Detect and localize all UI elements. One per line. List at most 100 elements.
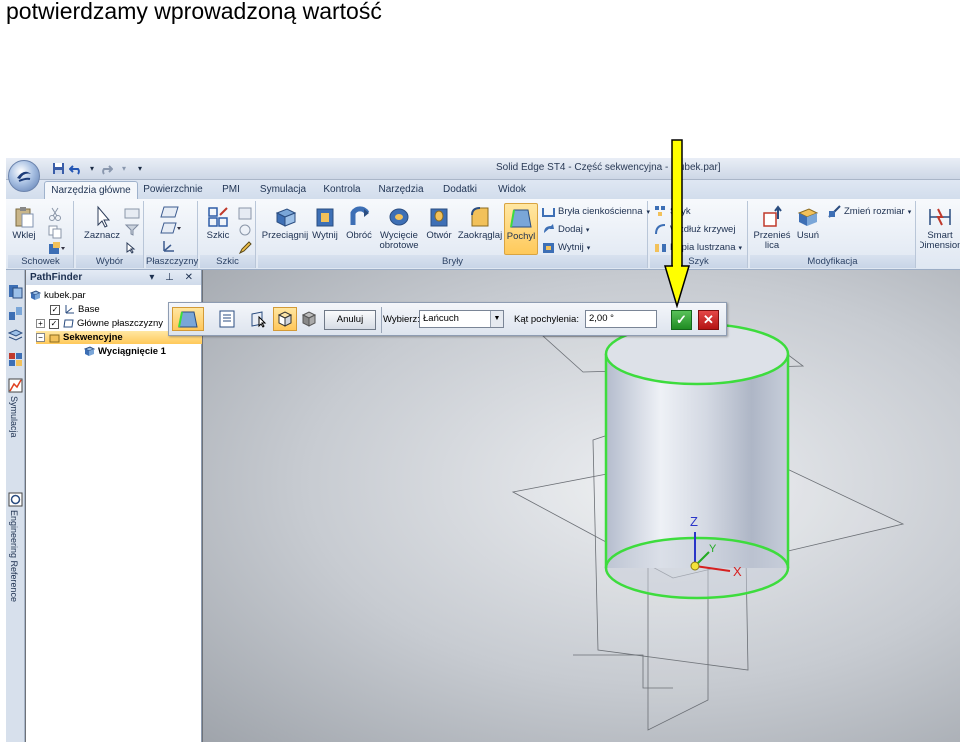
round-icon <box>471 207 489 227</box>
group-clipboard: Wklej Schowek <box>8 201 74 268</box>
tree-label-base: Base <box>78 304 100 315</box>
group-label-clipboard: Schowek <box>8 255 73 268</box>
resize-icon <box>828 205 841 218</box>
group-label-planes: Płaszczyzny <box>146 255 199 268</box>
select-face-step-icon[interactable] <box>247 307 271 331</box>
save-icon[interactable] <box>50 161 66 176</box>
pencil-icon[interactable] <box>238 241 252 254</box>
cancel-button[interactable]: Anuluj <box>324 310 376 330</box>
layers-icon[interactable] <box>8 328 23 343</box>
smart-dimension-button[interactable]: Smart Dimension <box>920 205 960 251</box>
sidebar-tab-engineering-reference[interactable]: Engineering Reference <box>9 510 19 602</box>
expand-icon[interactable]: + <box>36 319 45 328</box>
sketch-tools-icon[interactable] <box>238 207 252 220</box>
thin-wall-button[interactable]: Bryła cienkościenna ▾ <box>542 205 650 218</box>
extrude-feature-icon <box>84 346 95 356</box>
draft-face-step-icon[interactable] <box>273 307 297 331</box>
select-shape-icon[interactable] <box>124 241 140 254</box>
copy-icon[interactable] <box>48 225 62 239</box>
revolved-cut-button[interactable]: Wycięcie obrotowe <box>378 205 420 251</box>
tab-tools[interactable]: Narzędzia <box>376 181 426 199</box>
draft-angle-input[interactable]: 2,00 ° <box>585 310 657 328</box>
tab-surfaces[interactable]: Powierzchnie <box>141 181 205 199</box>
tab-inspect[interactable]: Kontrola <box>320 181 364 199</box>
tree-label-extrude: Wyciągnięcie 1 <box>98 346 166 357</box>
coordinate-system-icon[interactable] <box>160 239 180 253</box>
z-axis-label: Z <box>690 514 698 529</box>
y-axis-label: Y <box>709 543 717 555</box>
pathfinder-window-controls[interactable]: ▾ ⊥ ✕ <box>149 270 197 285</box>
redo-dropdown-icon[interactable]: ▾ <box>116 161 132 176</box>
paste-special-icon[interactable] <box>48 241 66 255</box>
undo-icon[interactable] <box>68 161 84 176</box>
add-button[interactable]: Dodaj ▾ <box>542 223 589 236</box>
sketch-redo-icon[interactable] <box>238 223 252 236</box>
round-button[interactable]: Zaokrąglaj <box>458 205 502 241</box>
3d-viewport[interactable]: Z X Y <box>203 270 960 742</box>
redo-icon[interactable] <box>98 161 114 176</box>
tab-home[interactable]: Narzędzia główne <box>44 181 138 199</box>
group-label-sketch: Szkic <box>200 255 255 268</box>
select-mode-dropdown[interactable]: Łańcuch ▼ <box>419 310 504 328</box>
select-button[interactable]: Zaznacz <box>82 205 122 241</box>
plane-options-icon[interactable] <box>160 221 182 235</box>
add-label: Dodaj <box>558 224 583 235</box>
customize-quick-access-icon[interactable]: ▾ <box>132 161 148 176</box>
tab-simulation[interactable]: Symulacja <box>256 181 310 199</box>
origin-point[interactable] <box>690 561 700 571</box>
tab-addins[interactable]: Dodatki <box>438 181 482 199</box>
filter-icon[interactable] <box>124 223 140 236</box>
tree-label-sequential: Sekwencyjne <box>63 332 123 343</box>
resize-button[interactable]: Zmień rozmiar ▾ <box>828 205 911 218</box>
solid-edge-logo-icon <box>17 171 31 182</box>
tab-pmi[interactable]: PMI <box>216 181 246 199</box>
pathfinder-tab-icon[interactable] <box>8 284 23 299</box>
cut-button[interactable]: Wytnij <box>310 205 340 241</box>
delete-button[interactable]: Usuń <box>794 205 822 241</box>
planes-icon <box>63 319 74 328</box>
application-button[interactable] <box>8 160 40 192</box>
draft-step-icon[interactable] <box>172 307 204 331</box>
paste-button[interactable]: Wklej <box>12 205 36 241</box>
simulation-tab-icon[interactable] <box>8 378 23 393</box>
engineering-reference-icon[interactable] <box>8 492 23 507</box>
collapse-icon[interactable]: − <box>36 333 45 342</box>
hole-button[interactable]: Otwór <box>424 205 454 241</box>
accept-button[interactable]: ✓ <box>671 310 692 330</box>
annotation-arrow <box>664 139 690 308</box>
features-library-icon[interactable] <box>8 306 23 321</box>
cylinder-body[interactable] <box>606 354 788 568</box>
reject-button[interactable]: ✕ <box>698 310 719 330</box>
cut-small-button[interactable]: Wytnij ▾ <box>542 241 590 254</box>
select-tools-icon[interactable] <box>124 207 140 220</box>
extrude-button[interactable]: Przeciągnij <box>262 205 308 241</box>
tree-item-base-planes[interactable]: + ✓ Główne płaszczyzny <box>36 317 163 330</box>
draft-button[interactable]: Pochyl <box>504 203 538 255</box>
title-bar: ▾ ▾ ▾ Solid Edge ST4 - Część sekwencyjna… <box>6 158 960 180</box>
sketch-label: Szkic <box>206 230 230 241</box>
revolved-cut-icon <box>389 208 409 226</box>
family-of-parts-icon[interactable] <box>8 352 23 367</box>
tree-item-base[interactable]: ✓ Base <box>50 303 100 316</box>
draft-options-icon[interactable] <box>215 307 239 331</box>
checkbox-base[interactable]: ✓ <box>50 304 60 315</box>
tab-view[interactable]: Widok <box>494 181 530 199</box>
revolve-button[interactable]: Obróć <box>344 205 374 241</box>
cut-icon[interactable] <box>48 207 62 221</box>
draft-icon <box>510 209 532 228</box>
paste-label: Wklej <box>12 230 36 241</box>
move-faces-button[interactable]: Przenieś lica <box>754 205 790 251</box>
dropdown-arrow-icon[interactable]: ▼ <box>490 311 503 327</box>
plane-icon[interactable] <box>160 205 180 219</box>
group-modify: Przenieś lica Usuń Zmień rozmiar ▾ Modyfi… <box>750 201 916 268</box>
docking-sidebar: Symulacja Engineering Reference <box>6 270 25 742</box>
tree-item-part[interactable]: kubek.par <box>30 289 86 302</box>
sketch-button[interactable]: Szkic <box>203 205 233 241</box>
tree-item-extrude[interactable]: Wyciągnięcie 1 <box>84 345 166 358</box>
tree-label-base-planes: Główne płaszczyzny <box>77 318 164 329</box>
checkbox-base-planes[interactable]: ✓ <box>49 318 59 329</box>
cut-small-label: Wytnij <box>558 242 584 253</box>
sidebar-tab-simulation[interactable]: Symulacja <box>9 396 19 438</box>
preview-step-icon[interactable] <box>297 307 321 331</box>
sequential-icon <box>49 334 60 343</box>
